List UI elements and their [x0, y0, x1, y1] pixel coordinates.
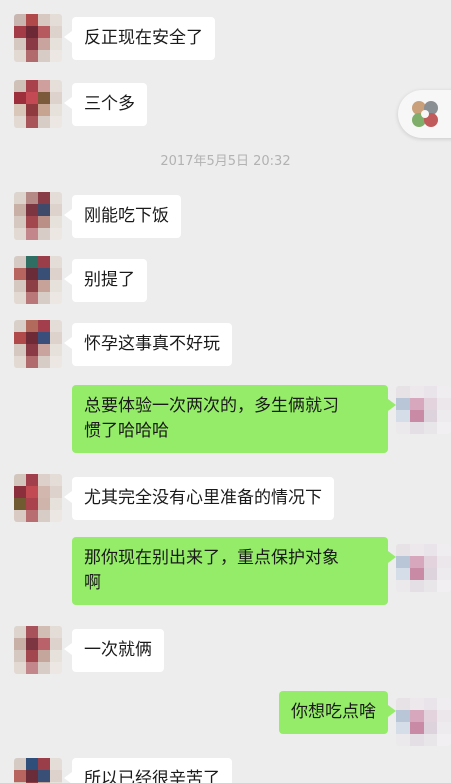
sent-message-bubble[interactable]: 总要体验一次两次的，多生俩就习 惯了哈哈哈 — [72, 385, 396, 453]
received-message-bubble[interactable]: 所以已经很辛苦了 — [64, 758, 232, 783]
message-row: 所以已经很辛苦了 — [0, 754, 451, 783]
message-line: 惯了哈哈哈 — [84, 421, 169, 441]
message-row: 一次就俩 — [0, 624, 451, 676]
message-row: 三个多 — [0, 78, 451, 130]
contact-avatar[interactable] — [14, 474, 62, 522]
contact-avatar[interactable] — [14, 626, 62, 674]
message-timestamp: 2017年5月5日 20:32 — [160, 154, 291, 169]
message-line: 那你现在别出来了，重点保护对象 — [84, 548, 339, 568]
message-row: 你想吃点啥 — [0, 688, 451, 746]
contact-avatar[interactable] — [14, 14, 62, 62]
floating-window-button[interactable] — [398, 90, 451, 138]
floating-window-icon — [412, 101, 438, 127]
message-row: 那你现在别出来了，重点保护对象 啊 — [0, 534, 451, 610]
received-message-bubble[interactable]: 别提了 — [64, 259, 147, 302]
received-message-bubble[interactable]: 三个多 — [64, 83, 147, 126]
message-row: 反正现在安全了 — [0, 12, 451, 64]
received-message-bubble[interactable]: 反正现在安全了 — [64, 17, 215, 60]
contact-avatar[interactable] — [14, 320, 62, 368]
received-message-bubble[interactable]: 刚能吃下饭 — [64, 195, 181, 238]
message-row: 怀孕这事真不好玩 — [0, 318, 451, 370]
received-message-bubble[interactable]: 尤其完全没有心里准备的情况下 — [64, 477, 334, 520]
sent-message-bubble[interactable]: 你想吃点啥 — [279, 691, 396, 734]
received-message-bubble[interactable]: 一次就俩 — [64, 629, 164, 672]
received-message-bubble[interactable]: 怀孕这事真不好玩 — [64, 323, 232, 366]
contact-avatar[interactable] — [14, 758, 62, 783]
message-line: 总要体验一次两次的，多生俩就习 — [84, 396, 339, 416]
message-row: 尤其完全没有心里准备的情况下 — [0, 472, 451, 524]
my-avatar[interactable] — [396, 544, 451, 592]
sent-message-bubble[interactable]: 那你现在别出来了，重点保护对象 啊 — [72, 537, 396, 605]
my-avatar[interactable] — [396, 386, 451, 434]
chat-area: 反正现在安全了 三个多 2017年5月5日 20:32 刚能吃下饭 别提了 怀孕… — [0, 0, 451, 783]
message-row: 总要体验一次两次的，多生俩就习 惯了哈哈哈 — [0, 382, 451, 458]
contact-avatar[interactable] — [14, 192, 62, 240]
message-row: 别提了 — [0, 254, 451, 306]
my-avatar[interactable] — [396, 698, 451, 746]
message-line: 啊 — [84, 573, 101, 593]
message-row: 刚能吃下饭 — [0, 190, 451, 242]
contact-avatar[interactable] — [14, 256, 62, 304]
contact-avatar[interactable] — [14, 80, 62, 128]
